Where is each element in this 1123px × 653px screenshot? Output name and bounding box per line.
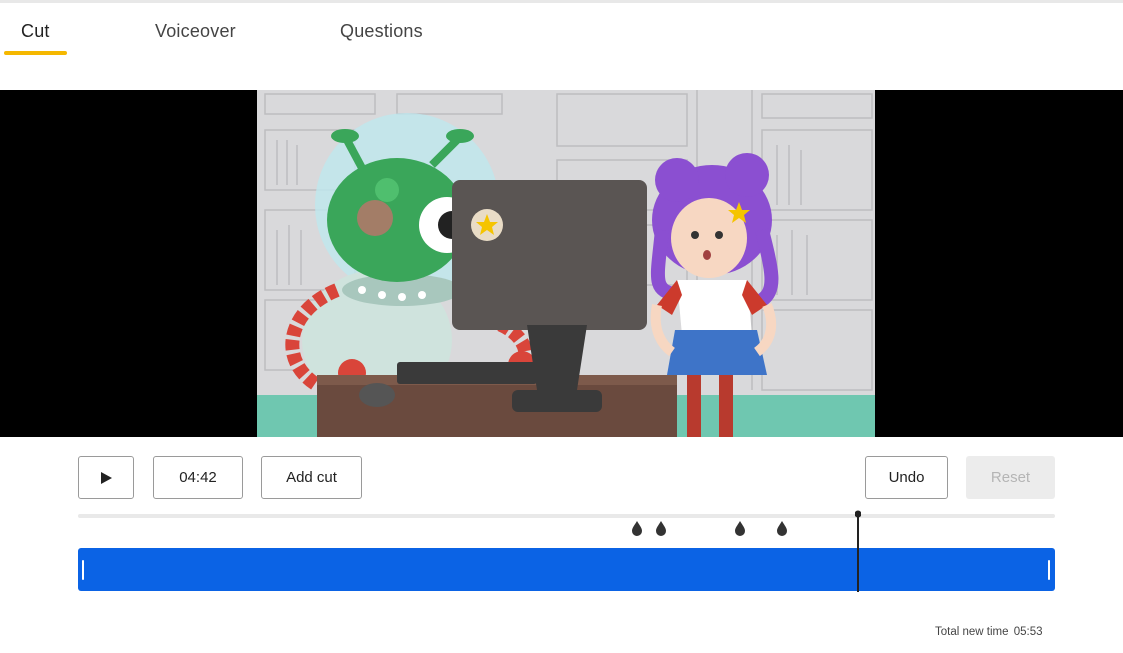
add-cut-button[interactable]: Add cut: [261, 456, 362, 499]
tab-questions[interactable]: Questions: [340, 21, 423, 42]
undo-button[interactable]: Undo: [865, 456, 948, 499]
tab-bar: Cut Voiceover Questions: [0, 3, 1123, 63]
reset-button[interactable]: Reset: [966, 456, 1055, 499]
timeline-start-handle[interactable]: [82, 560, 84, 580]
scrub-track[interactable]: [78, 514, 1055, 518]
play-button[interactable]: [78, 456, 134, 499]
total-new-time: Total new time 05:53: [935, 626, 1043, 638]
total-time-value: 05:53: [1013, 626, 1043, 638]
reset-label: Reset: [990, 469, 1031, 486]
current-time-value: 04:42: [179, 469, 217, 486]
cut-marker-icon[interactable]: [775, 520, 789, 536]
active-tab-indicator: [4, 51, 67, 55]
timeline-bar[interactable]: [78, 548, 1055, 591]
video-player[interactable]: [0, 90, 1123, 437]
cut-marker-icon[interactable]: [654, 520, 668, 536]
undo-label: Undo: [888, 469, 925, 486]
total-time-label: Total new time: [935, 626, 1009, 638]
tab-voiceover[interactable]: Voiceover: [155, 21, 236, 42]
timeline-end-handle[interactable]: [1048, 560, 1050, 580]
current-time-display: 04:42: [153, 456, 243, 499]
cut-marker-icon[interactable]: [733, 520, 747, 536]
playhead[interactable]: [855, 509, 861, 592]
tab-cut[interactable]: Cut: [21, 21, 50, 42]
cut-markers: [0, 520, 1123, 540]
cut-marker-icon[interactable]: [630, 520, 644, 536]
video-frame-illustration: [257, 90, 875, 437]
add-cut-label: Add cut: [286, 469, 337, 486]
play-icon: [101, 471, 112, 484]
